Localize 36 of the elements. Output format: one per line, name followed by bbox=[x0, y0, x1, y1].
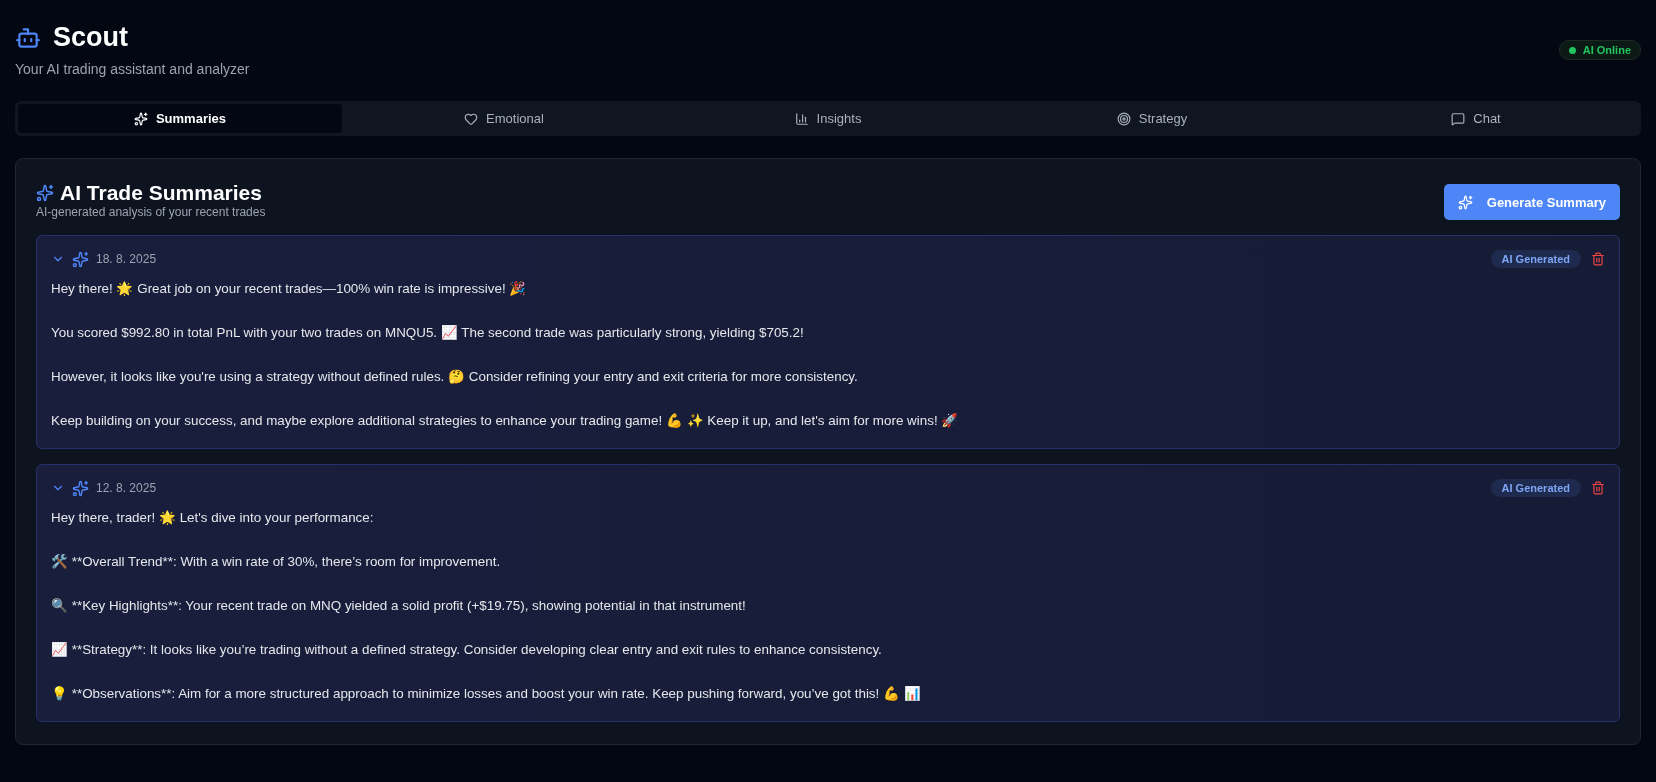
trash-icon bbox=[1591, 252, 1605, 266]
summary-paragraph: 🔍 **Key Highlights**: Your recent trade on MNQ yielded a solid profit (+$19.75), showing potential in that instrument! bbox=[51, 597, 747, 615]
heart-icon bbox=[464, 111, 479, 126]
summary-paragraph: 📈 **Strategy**: It looks like you’re trading without a defined strategy. Consider developing clear entry and exit rules to enhance consistency. bbox=[51, 641, 883, 659]
tab[interactable]: Strategy bbox=[990, 104, 1314, 133]
bar-chart-icon bbox=[794, 111, 809, 126]
summary-paragraph: 💡 **Observations**: Aim for a more structured approach to minimize losses and boost your win rate. Keep pushing forward, you’ve got this! 💪 📊 bbox=[51, 685, 922, 703]
delete-button[interactable] bbox=[1591, 252, 1605, 266]
tab[interactable]: Chat bbox=[1314, 104, 1638, 133]
sparkles-icon bbox=[72, 479, 89, 497]
tab[interactable]: Emotional bbox=[342, 104, 666, 133]
chat-icon bbox=[1451, 111, 1466, 126]
target-icon bbox=[1116, 111, 1131, 126]
tab[interactable]: Insights bbox=[666, 104, 990, 133]
card-subtitle: AI-generated analysis of your recent trades bbox=[36, 205, 266, 219]
ai-generated-badge: AI Generated bbox=[1490, 250, 1581, 268]
tab[interactable]: Summaries bbox=[18, 104, 342, 133]
status-label: AI Online bbox=[1582, 44, 1631, 56]
trash-icon bbox=[1591, 481, 1605, 495]
sparkles-icon bbox=[72, 250, 89, 268]
summary-paragraph: Hey there! 🌟 Great job on your recent trades—100% win rate is impressive! 🎉 bbox=[51, 280, 528, 298]
delete-button[interactable] bbox=[1591, 481, 1605, 495]
sparkles-icon bbox=[1457, 194, 1473, 210]
summary-paragraph: However, it looks like you're using a strategy without defined rules. 🤔 Consider refining your entry and exit criteria for more consistency. bbox=[51, 368, 859, 386]
summary-paragraph: You scored $992.80 in total PnL with your two trades on MNQU5. 📈 The second trade was particularly strong, yielding $705.2! bbox=[51, 324, 805, 342]
summary-date: 18. 8. 2025 bbox=[96, 252, 157, 266]
sparkles-icon bbox=[133, 111, 148, 126]
app-title: Scout bbox=[53, 22, 128, 53]
app-subtitle: Your AI trading assistant and analyzer bbox=[15, 61, 250, 77]
summary-paragraph: Keep building on your success, and maybe explore additional strategies to enhance your trading game! 💪 ✨ Keep it up, and let's aim for more wins! 🚀 bbox=[51, 412, 960, 430]
summary-paragraph: Hey there, trader! 🌟 Let's dive into your performance: bbox=[51, 509, 375, 527]
summary-paragraph: 🛠 **Overall Trend**: With a win rate of 30%, there’s room for improvement. bbox=[51, 553, 502, 571]
sparkles-icon bbox=[36, 184, 54, 202]
ai-generated-badge: AI Generated bbox=[1490, 479, 1581, 497]
summary-date: 12. 8. 2025 bbox=[96, 481, 157, 495]
card-title: AI Trade Summaries bbox=[60, 181, 262, 205]
